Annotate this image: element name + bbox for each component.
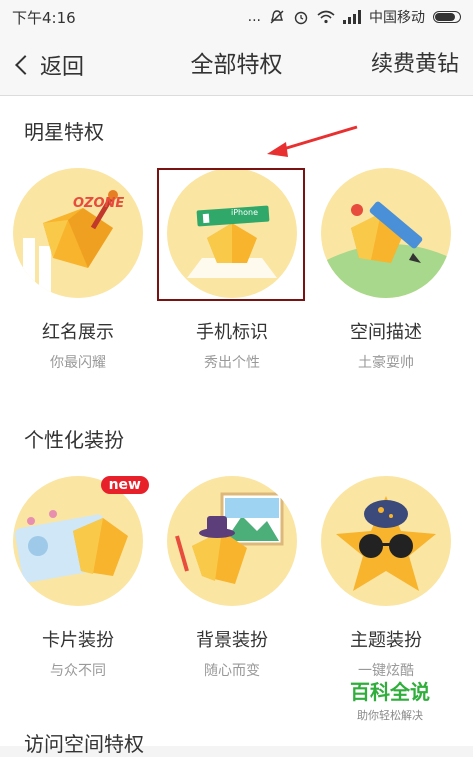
carrier-name: 中国移动 [369,10,425,26]
section-title-star: 明星特权 [24,120,104,144]
watermark-title: 百科全说 [350,680,430,704]
item-name: 空间描述 [350,322,422,343]
alarm-icon [294,11,308,25]
section-title-visit-space: 访问空间特权 [24,732,144,756]
battery-icon [433,11,461,23]
status-icons: ... 中国移动 [248,7,461,27]
item-name: 主题装扮 [350,630,422,651]
watermark: 百科全说 助你轻松解决 [340,676,440,723]
privilege-card-dressup[interactable]: new 卡片装扮 与众不同 [3,476,153,680]
more-dots-icon: ... [247,9,261,25]
renew-yellow-diamond-button[interactable]: 续费黄钻 [371,34,459,96]
privilege-space-desc[interactable]: 空间描述 土豪耍帅 [311,168,461,372]
item-name: 卡片装扮 [42,630,114,651]
theme-dressup-illustration [321,476,451,606]
item-desc: 随心而变 [204,663,260,679]
item-desc: 秀出个性 [204,355,260,371]
pointer-arrow-icon [267,125,358,157]
item-desc: 你最闪耀 [50,355,106,371]
card-dressup-illustration [13,476,143,606]
space-desc-illustration [321,168,451,298]
new-badge: new [100,476,149,494]
privilege-red-name[interactable]: OZONE 红名展示 你最闪耀 [3,168,153,372]
item-name: 背景装扮 [196,630,268,651]
highlight-box [157,168,305,301]
signal-icon [343,10,361,24]
chevron-left-icon [15,55,35,75]
item-desc: 与众不同 [50,663,106,679]
background-dressup-illustration [167,476,297,606]
red-name-illustration: OZONE [13,168,143,298]
item-desc: 土豪耍帅 [358,355,414,371]
status-bar: 下午4:16 ... 中国移动 [0,0,473,34]
ozone-text: OZONE [73,196,125,211]
watermark-subtitle: 助你轻松解决 [357,709,423,722]
privilege-theme-dressup[interactable]: 主题装扮 一键炫酷 [311,476,461,680]
wifi-icon [317,10,335,24]
section-title-personalize: 个性化装扮 [24,428,124,452]
privilege-background-dressup[interactable]: 背景装扮 随心而变 [157,476,307,680]
item-name: 手机标识 [196,322,268,343]
status-time: 下午4:16 [12,8,76,27]
item-name: 红名展示 [42,322,114,343]
nav-bar: 返回 全部特权 续费黄钻 [0,34,473,96]
mute-bell-icon [270,10,284,24]
back-button[interactable]: 返回 [12,34,84,96]
back-label: 返回 [40,55,85,80]
